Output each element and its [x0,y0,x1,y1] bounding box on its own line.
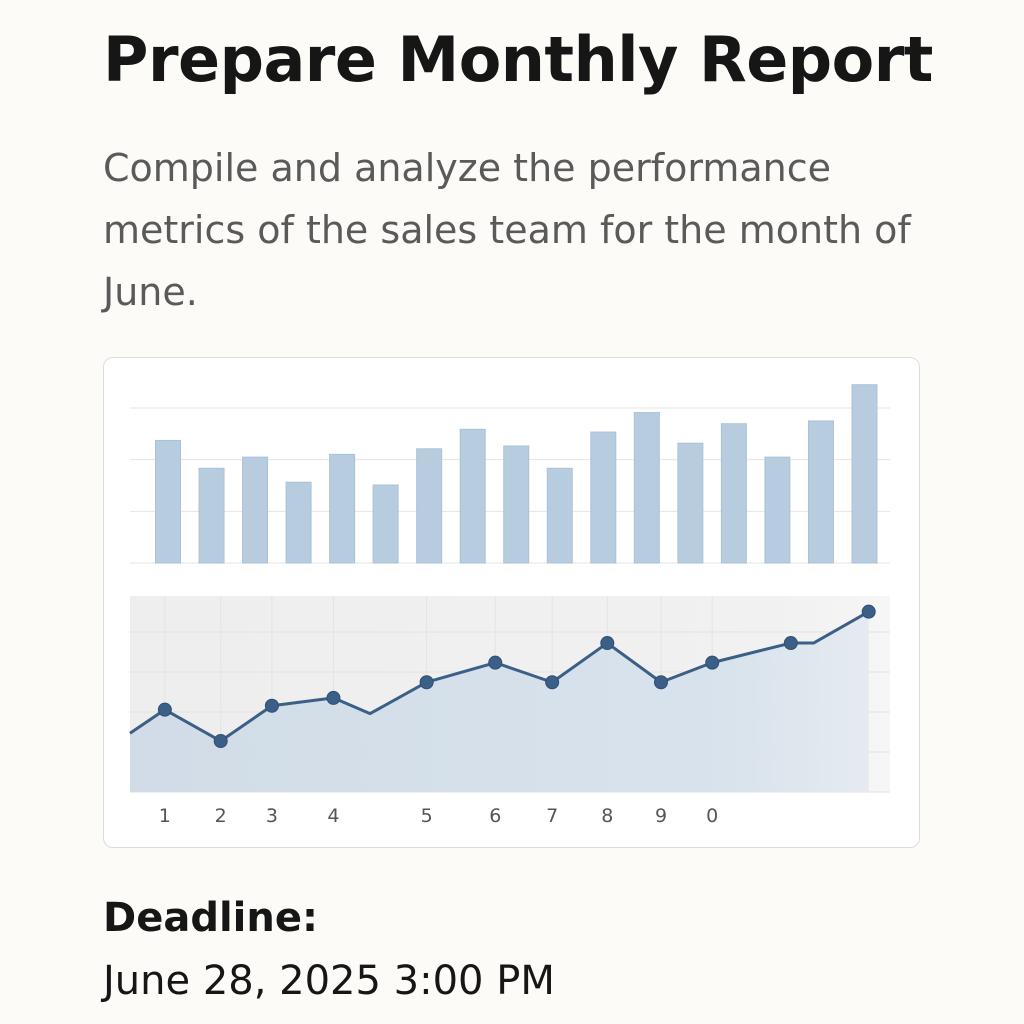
bar [198,467,225,564]
chart-canvas: 1 2 3 4 5 6 7 8 9 0 [129,384,890,827]
bar [503,445,530,564]
x-tick-label: 6 [489,805,501,827]
task-detail-page: Prepare Monthly Report Compile and analy… [0,0,1024,1024]
x-tick-label: 5 [421,805,433,827]
data-point [488,655,503,670]
bar [459,428,486,564]
bar [546,467,573,564]
x-tick-label: 7 [546,805,558,827]
bar [677,442,704,564]
x-tick-label: 9 [655,805,667,827]
bar [764,456,791,564]
x-tick-label: 2 [215,805,227,827]
chart-card: 1 2 3 4 5 6 7 8 9 0 [103,357,920,848]
data-point [600,636,615,651]
bar [155,439,181,564]
x-tick-label: 0 [706,805,718,827]
data-point [326,690,341,705]
task-title: Prepare Monthly Report [103,23,933,96]
bar [329,453,356,564]
x-tick-label: 3 [266,805,278,827]
bar [372,484,399,564]
bar [242,456,269,564]
x-tick-label: 8 [601,805,613,827]
data-point [861,604,876,619]
bar [590,431,617,564]
x-tick-label: 1 [159,805,171,827]
bar [851,384,878,564]
data-point [419,675,434,690]
deadline-value: June 28, 2025 3:00 PM [103,958,555,1004]
data-point [545,675,560,690]
task-description: Compile and analyze the performance metr… [103,146,911,314]
bar [633,412,660,564]
deadline-label: Deadline: [103,895,318,941]
data-point [705,655,720,670]
bar [720,423,747,564]
data-point [783,636,798,651]
data-point [654,675,669,690]
data-point [157,702,172,717]
bar [416,448,443,564]
bar [807,420,834,564]
x-tick-label: 4 [327,805,339,827]
bar [285,481,312,564]
data-point [213,734,228,749]
data-point [264,698,279,713]
